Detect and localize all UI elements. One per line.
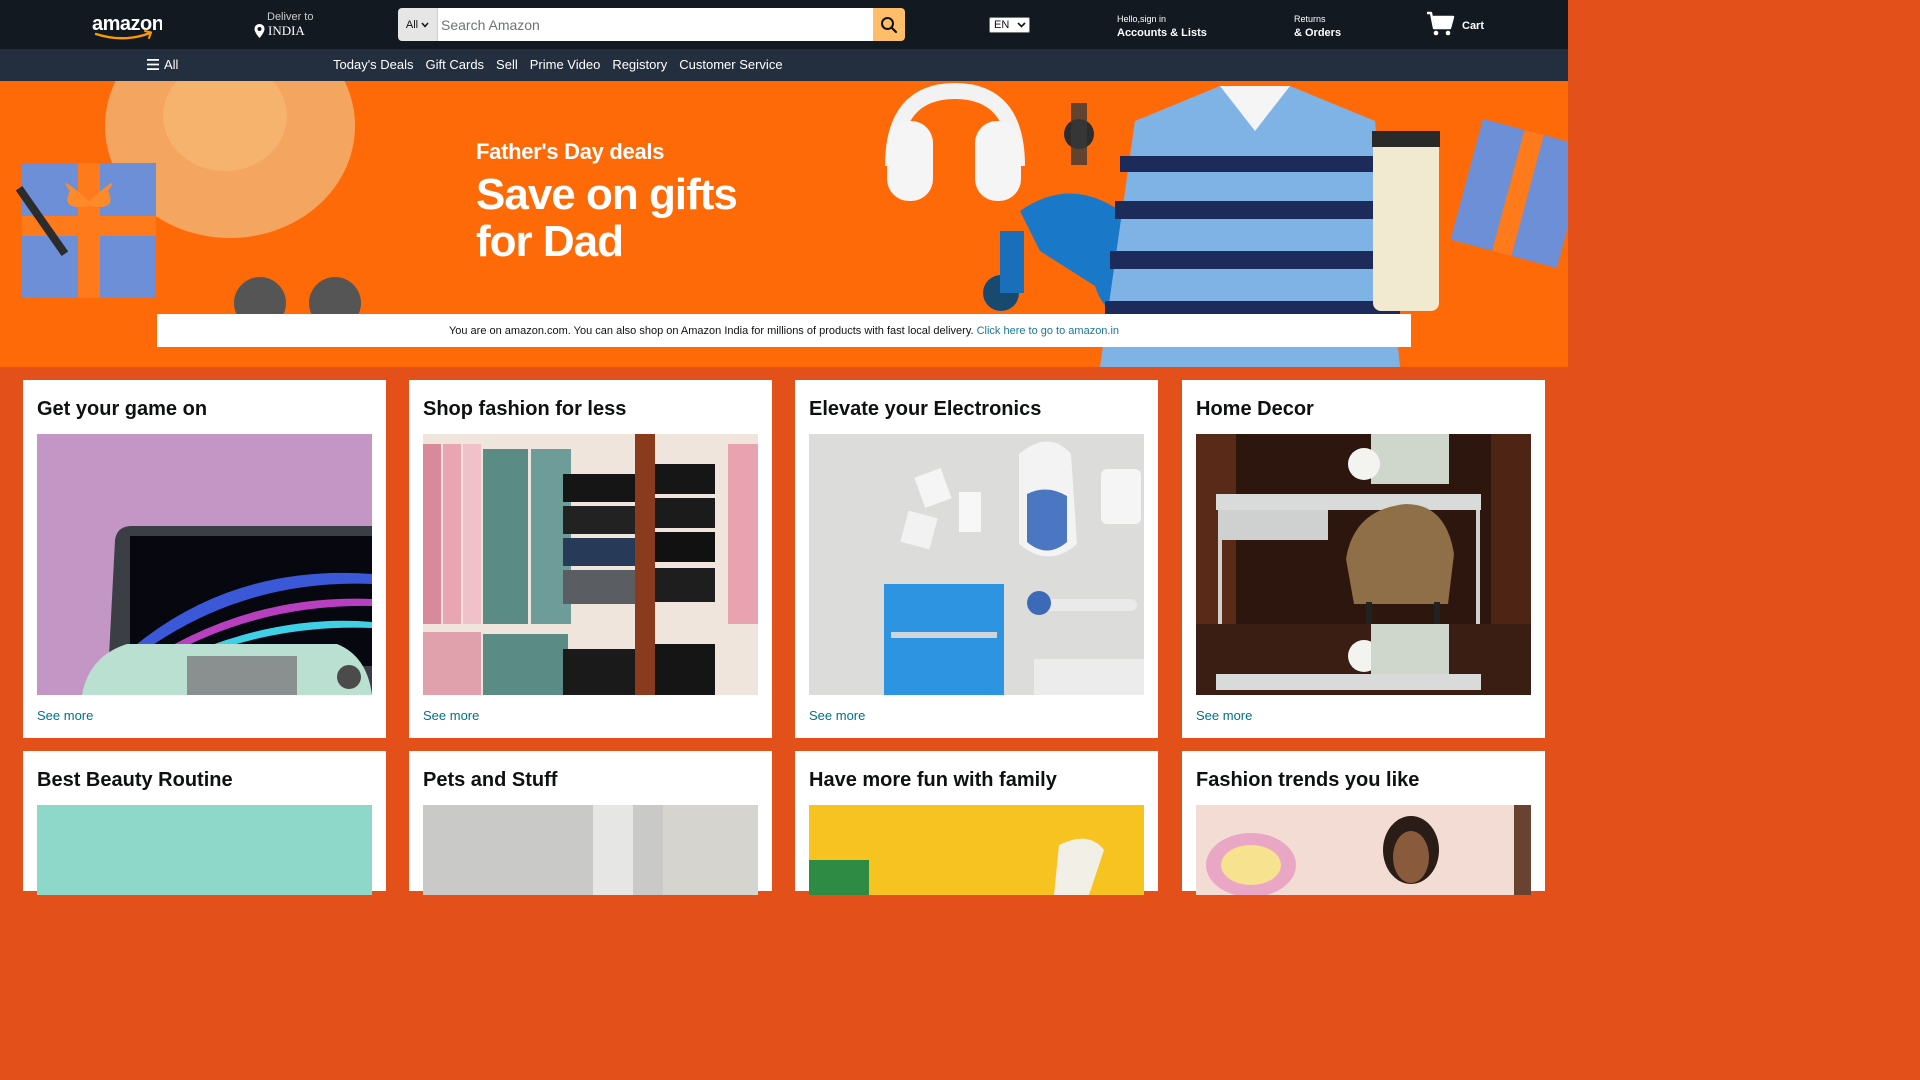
card-title: Fashion trends you like	[1196, 769, 1420, 791]
language-select[interactable]: EN	[989, 17, 1030, 33]
card-title: Shop fashion for less	[423, 398, 627, 420]
card-image-family[interactable]	[809, 805, 1144, 895]
account-lists-label: Accounts & Lists	[1117, 27, 1207, 39]
account-and-lists[interactable]: Hello,sign in Accounts & Lists	[1117, 14, 1207, 40]
location-pin-icon	[254, 24, 265, 38]
hero-title-line-1: Save on gifts	[476, 170, 738, 219]
search-category-value: All	[405, 18, 419, 31]
hero-title-line-2: for Dad	[476, 217, 624, 266]
nav-link-sell[interactable]: Sell	[496, 57, 518, 72]
see-more-link[interactable]: See more	[809, 708, 865, 723]
all-menu-button[interactable]: All	[147, 57, 178, 72]
see-more-link[interactable]: See more	[37, 708, 93, 723]
deliver-to-location[interactable]: Deliver to INDIA	[254, 11, 313, 39]
see-more-link[interactable]: See more	[423, 708, 479, 723]
card-game: Get your game on See more	[23, 380, 386, 738]
nav-link-customer-service[interactable]: Customer Service	[679, 57, 782, 72]
chevron-down-icon	[421, 22, 429, 28]
card-pets: Pets and Stuff	[409, 751, 772, 895]
card-image-fashion-trends[interactable]	[1196, 805, 1531, 895]
cart-label: Cart	[1462, 20, 1485, 32]
see-more-link[interactable]: See more	[1196, 708, 1252, 723]
nav-link-registry[interactable]: Registory	[612, 57, 667, 72]
card-title: Pets and Stuff	[423, 769, 558, 791]
card-electronics: Elevate your Electronics See more	[795, 380, 1158, 738]
card-image-pets[interactable]	[423, 805, 758, 895]
nav-link-prime-video[interactable]: Prime Video	[530, 57, 601, 72]
go-to-amazon-in-link[interactable]: Click here to go to amazon.in	[977, 325, 1119, 337]
card-image-beauty[interactable]	[37, 805, 372, 895]
hero-kicker: Father's Day deals	[476, 139, 665, 164]
search-bar: All Search Amazon	[398, 8, 905, 41]
amazon-logo[interactable]: amazon	[90, 10, 164, 40]
nav-link-todays-deals[interactable]: Today's Deals	[333, 57, 414, 72]
card-fashion: Shop fashion for less See more	[409, 380, 772, 738]
card-title: Have more fun with family	[809, 769, 1057, 791]
search-input[interactable]: Search Amazon	[438, 8, 873, 41]
card-image-home-decor[interactable]	[1196, 434, 1531, 695]
account-greeting: Hello,sign in	[1117, 14, 1167, 24]
card-home-decor: Home Decor See more	[1182, 380, 1545, 738]
language-value: EN	[994, 19, 1010, 31]
chevron-down-icon	[1017, 22, 1026, 28]
card-beauty: Best Beauty Routine	[23, 751, 386, 895]
orders-label: & Orders	[1294, 27, 1342, 39]
top-navigation-bar: amazon Deliver to INDIA All Search Amazo…	[0, 0, 1568, 49]
returns-and-orders[interactable]: Returns & Orders	[1294, 14, 1341, 40]
hamburger-menu-icon	[147, 59, 159, 70]
hero-banner[interactable]: Father's Day deals Save on gifts for Dad…	[0, 81, 1568, 367]
deliver-to-country: INDIA	[268, 23, 305, 38]
all-menu-label: All	[164, 57, 179, 72]
card-image-electronics[interactable]	[809, 434, 1144, 695]
card-fashion-trends: Fashion trends you like	[1182, 751, 1545, 895]
secondary-navigation-bar: All Today's Deals Gift Cards Sell Prime …	[0, 49, 1568, 81]
search-category-select[interactable]: All	[398, 8, 438, 41]
region-notice-bar: You are on amazon.com. You can also shop…	[157, 314, 1411, 347]
search-button[interactable]	[873, 8, 905, 41]
card-image-fashion[interactable]	[423, 434, 758, 695]
deliver-to-label: Deliver to	[267, 11, 314, 23]
card-title: Best Beauty Routine	[37, 769, 233, 791]
returns-label: Returns	[1294, 14, 1326, 24]
card-family-fun: Have more fun with family	[795, 751, 1158, 895]
region-notice-text: You are on amazon.com. You can also shop…	[448, 324, 974, 337]
card-title: Get your game on	[37, 398, 208, 420]
nav-link-gift-cards[interactable]: Gift Cards	[426, 57, 485, 72]
search-icon	[881, 16, 898, 33]
cart-button[interactable]: Cart	[1426, 10, 1484, 37]
search-placeholder: Search Amazon	[441, 16, 540, 33]
card-title: Elevate your Electronics	[809, 398, 1042, 420]
card-title: Home Decor	[1196, 398, 1314, 420]
cart-icon	[1427, 11, 1455, 36]
hero-title: Save on gifts for Dad	[476, 170, 738, 266]
card-image-gaming[interactable]	[37, 434, 372, 695]
